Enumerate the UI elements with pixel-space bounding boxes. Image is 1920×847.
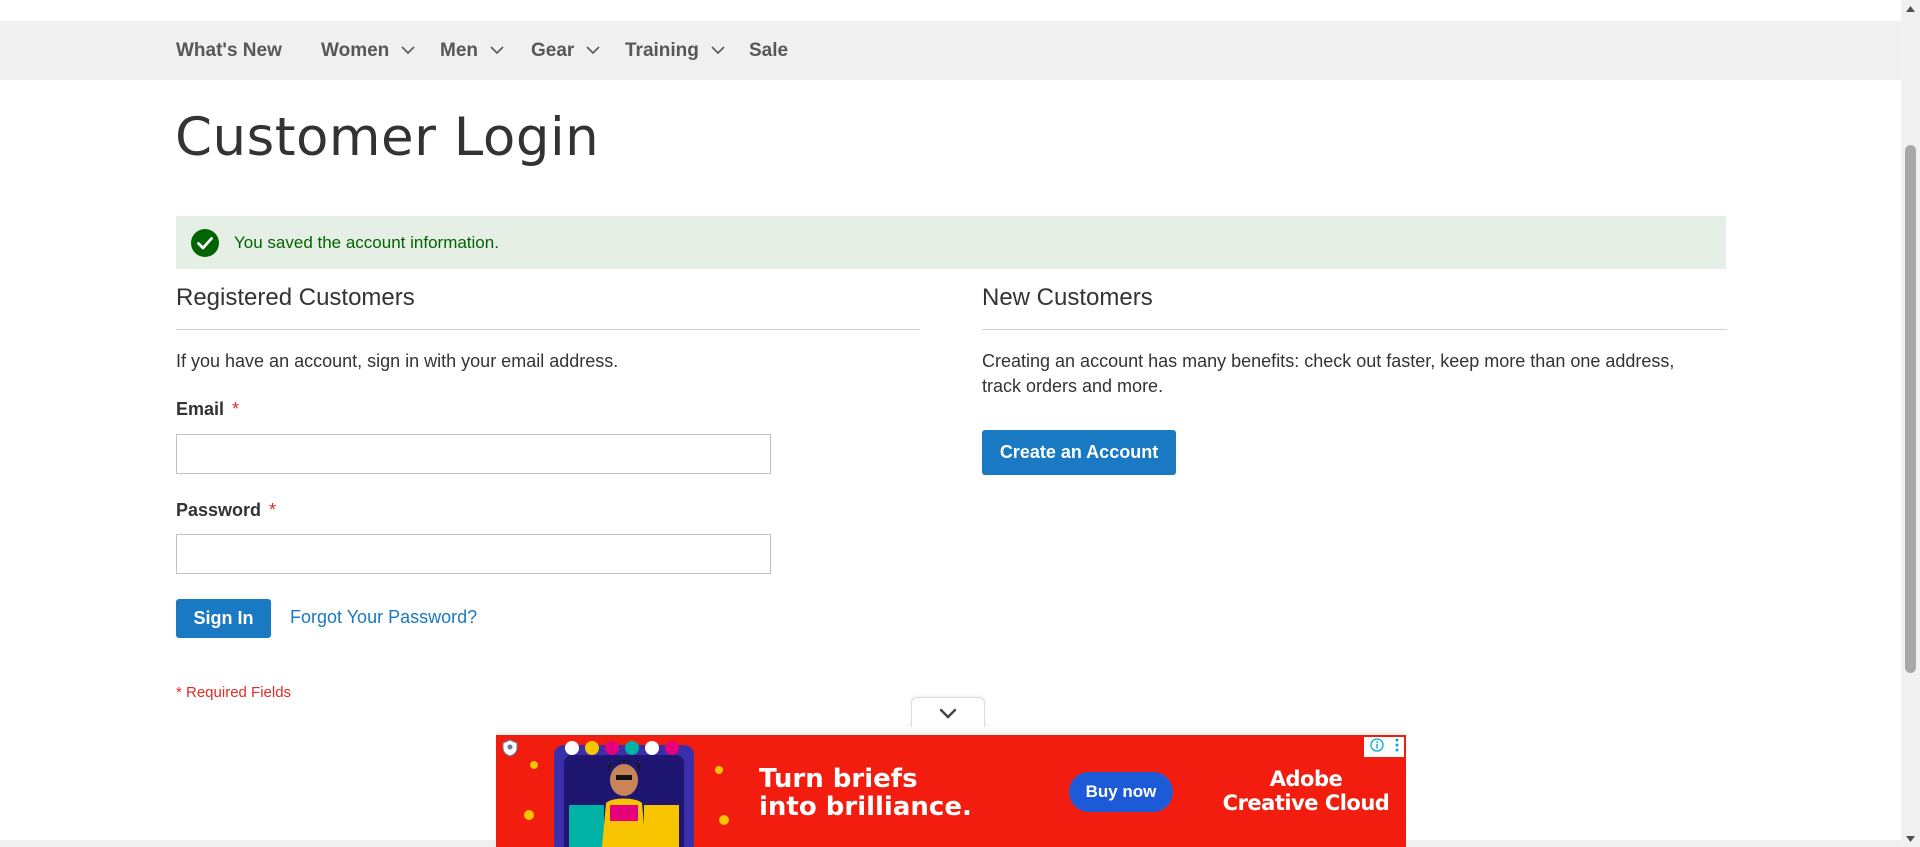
registered-customers-title: Registered Customers — [176, 284, 415, 311]
password-label: Password * — [176, 500, 276, 521]
scroll-down-arrow-icon[interactable] — [1901, 830, 1920, 847]
nav-item-label: Gear — [531, 39, 575, 61]
chevron-down-icon — [939, 706, 957, 724]
more-vertical-icon[interactable] — [1395, 738, 1399, 757]
sign-in-button[interactable]: Sign In — [176, 599, 271, 638]
nav-item-label: What's New — [176, 39, 282, 61]
ad-illustration — [524, 741, 729, 847]
sign-in-button-label: Sign In — [193, 608, 254, 628]
nav-item-whats-new[interactable]: What's New — [176, 21, 282, 80]
ad-buy-now-button[interactable]: Buy now — [1069, 772, 1173, 812]
ad-headline-line-2: into brilliance. — [759, 792, 972, 822]
email-field[interactable] — [176, 434, 771, 474]
chevron-down-icon — [586, 46, 600, 55]
new-customers-title: New Customers — [982, 284, 1153, 311]
divider — [176, 329, 920, 330]
page-title: Customer Login — [175, 107, 600, 168]
ad-brand-line-2: Creative Cloud — [1222, 791, 1390, 815]
new-customers-intro-text: Creating an account has many benefits: c… — [982, 351, 1675, 396]
password-label-text: Password — [176, 500, 262, 520]
divider — [982, 329, 1727, 330]
chevron-down-icon — [490, 46, 504, 55]
password-field[interactable] — [176, 534, 771, 574]
create-account-button[interactable]: Create an Account — [982, 430, 1176, 475]
chevron-down-icon — [711, 46, 725, 55]
nav-item-label: Women — [321, 39, 390, 61]
info-icon[interactable] — [1369, 737, 1384, 757]
nav-item-training[interactable]: Training — [625, 21, 725, 80]
ad-shadow — [496, 727, 1406, 735]
page: What's New Women Men Gear Training Sale … — [0, 0, 1920, 847]
required-star: * — [232, 399, 240, 419]
chevron-down-icon — [401, 46, 415, 55]
ad-brand-line-1: Adobe — [1269, 767, 1343, 791]
scroll-up-arrow-icon[interactable] — [1901, 0, 1920, 17]
check-circle-icon — [191, 228, 219, 257]
success-message: You saved the account information. — [176, 216, 1726, 269]
scrollbar-thumb[interactable] — [1905, 145, 1916, 673]
email-label-text: Email — [176, 399, 225, 419]
email-label: Email * — [176, 399, 239, 420]
required-star: * — [269, 500, 277, 520]
ad-banner[interactable]: Turn briefs into brilliance. Buy now Ado… — [496, 735, 1406, 847]
registered-intro-text: If you have an account, sign in with you… — [176, 351, 619, 371]
success-message-text: You saved the account information. — [234, 232, 499, 252]
nav-item-label: Training — [625, 39, 699, 61]
nav-item-men[interactable]: Men — [440, 21, 504, 80]
ad-collapse-button[interactable] — [911, 697, 985, 731]
nav-item-women[interactable]: Women — [321, 21, 415, 80]
ad-info-panel — [1364, 737, 1404, 757]
create-account-button-label: Create an Account — [999, 442, 1159, 462]
ad-headline-line-1: Turn briefs — [759, 764, 918, 794]
ad-brand: Adobe Creative Cloud — [1216, 767, 1396, 815]
nav-item-label: Men — [440, 39, 478, 61]
nav-item-sale[interactable]: Sale — [749, 21, 788, 80]
top-navigation: What's New Women Men Gear Training Sale — [0, 21, 1901, 80]
ad-headline: Turn briefs into brilliance. — [759, 765, 972, 821]
forgot-password-link[interactable]: Forgot Your Password? — [290, 607, 477, 628]
required-fields-note: * Required Fields — [176, 684, 292, 701]
nav-item-label: Sale — [749, 39, 789, 61]
nav-item-gear[interactable]: Gear — [531, 21, 600, 80]
